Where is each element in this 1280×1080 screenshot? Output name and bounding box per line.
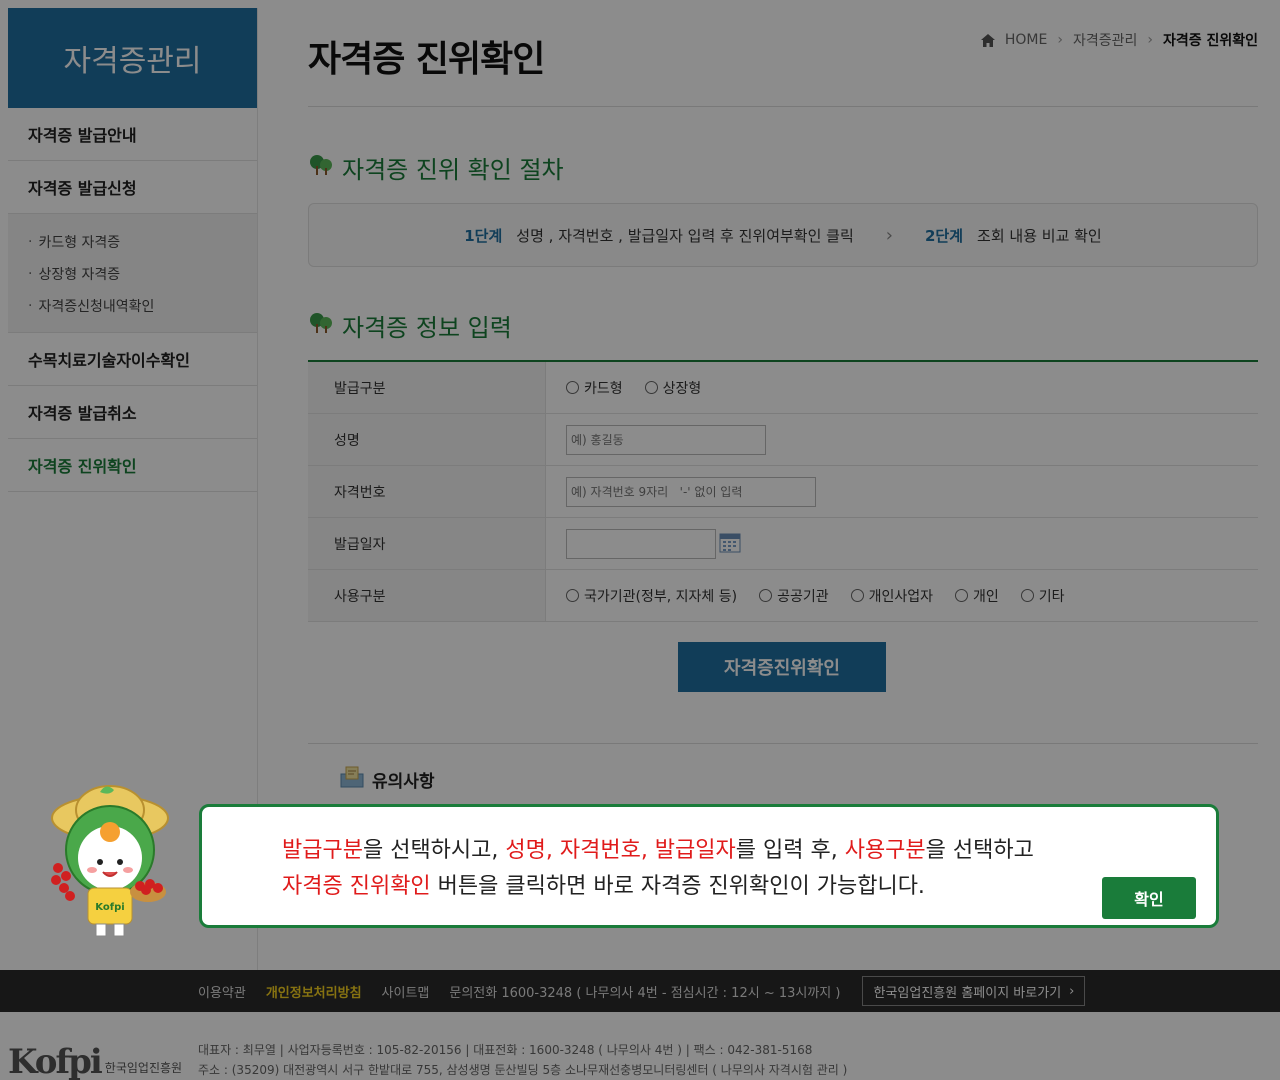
popup-highlight: 발급구분: [282, 838, 363, 863]
popup-text: 을 선택하시고,: [362, 838, 506, 863]
mascot-badge: Kofpi: [95, 902, 124, 913]
popup-text: 를 입력 후,: [735, 838, 845, 863]
popup-highlight: 성명, 자격번호, 발급일자: [505, 838, 736, 863]
popup-line2: 자격증 진위확인 버튼을 클릭하면 바로 자격증 진위확인이 가능합니다.: [282, 869, 1034, 905]
popup-text: 버튼을 클릭하면 바로 자격증 진위확인이 가능합니다.: [430, 874, 925, 899]
popup-highlight: 사용구분: [844, 838, 926, 863]
guide-popup: 발급구분을 선택하시고, 성명, 자격번호, 발급일자를 입력 후, 사용구분을…: [199, 804, 1219, 928]
popup-confirm-button[interactable]: 확인: [1102, 877, 1196, 919]
popup-message: 발급구분을 선택하시고, 성명, 자격번호, 발급일자를 입력 후, 사용구분을…: [282, 833, 1034, 905]
popup-highlight: 자격증 진위확인: [282, 874, 431, 899]
popup-line1: 발급구분을 선택하시고, 성명, 자격번호, 발급일자를 입력 후, 사용구분을…: [282, 833, 1034, 869]
popup-text: 을 선택하고: [925, 838, 1034, 863]
mascot-image: Kofpi: [40, 780, 180, 940]
